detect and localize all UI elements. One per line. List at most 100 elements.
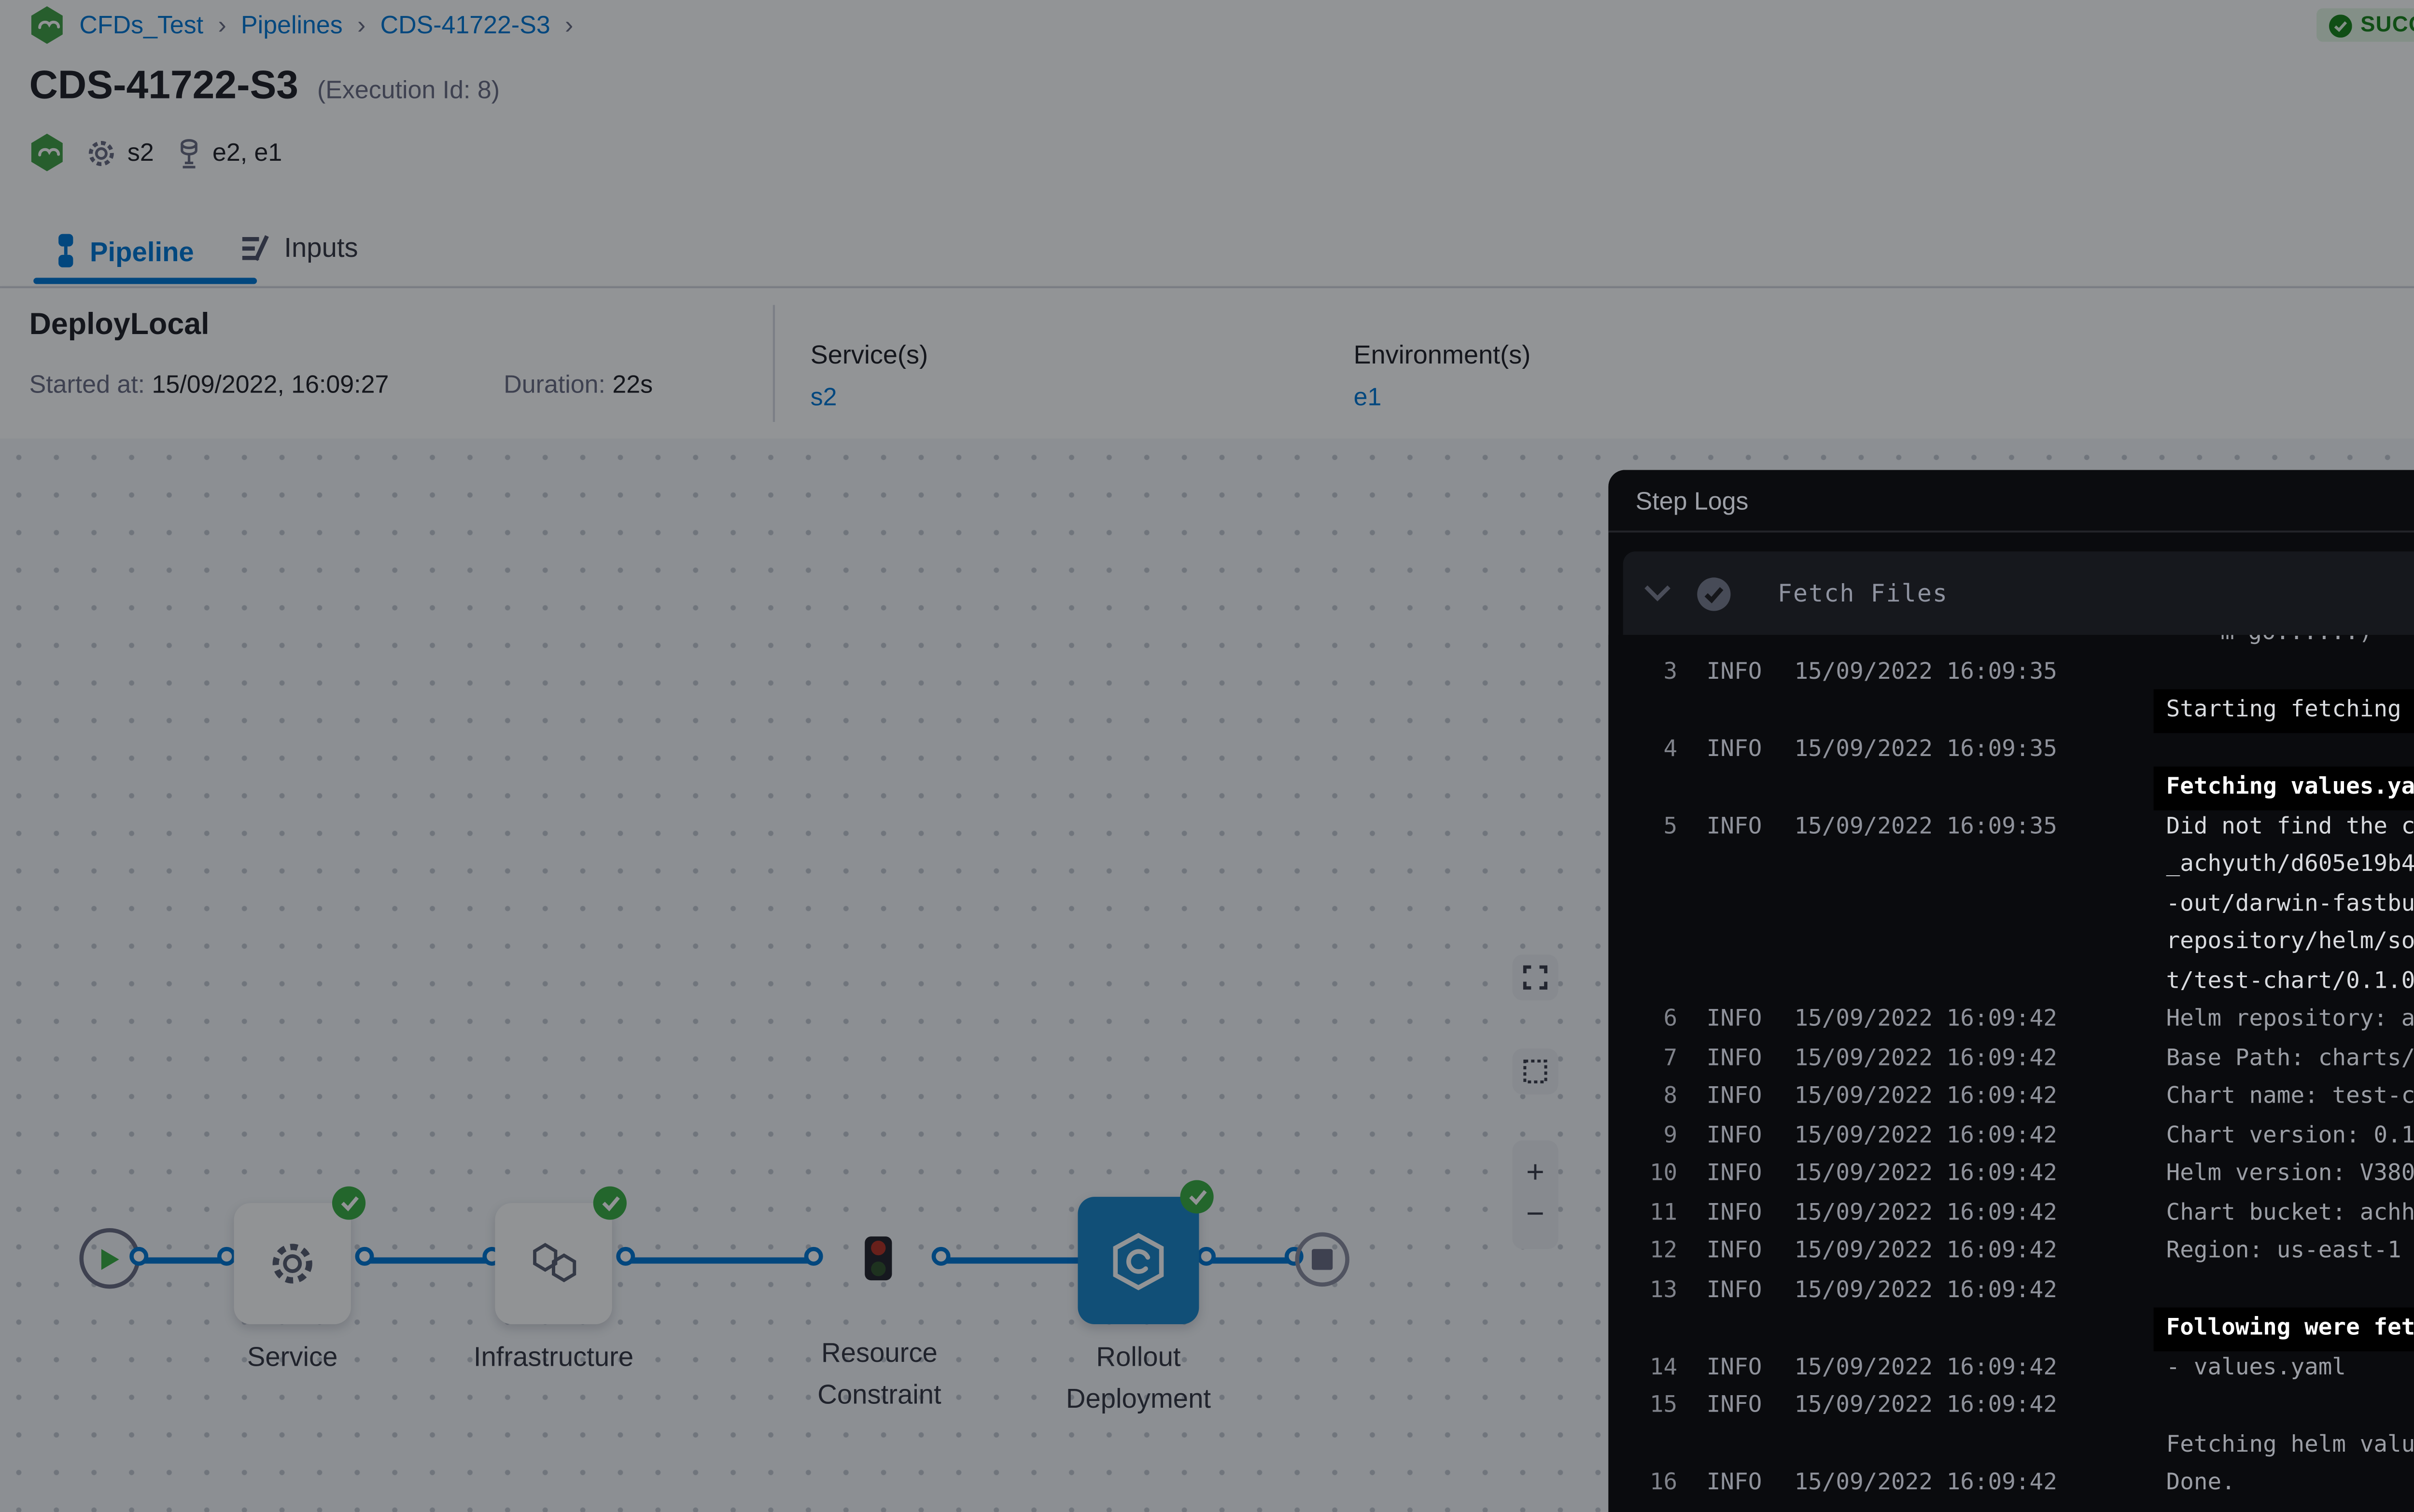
log-message: Base Path: charts/ <box>2166 1039 2414 1078</box>
log-message: Helm repository: aws-qa-setup-modified <box>2166 1000 2414 1039</box>
log-message-line: -out/darwin-fastbuild/bin/260-delegate/e… <box>2166 884 2414 923</box>
log-timestamp: 15/09/2022 16:09:42 <box>1794 1464 2057 1503</box>
log-area[interactable]: m go......)3INFO15/09/2022 16:09:35 Star… <box>1608 635 2414 1512</box>
log-entry-meta: 16 INFO 15/09/2022 16:09:42 <box>1608 1464 2166 1503</box>
log-level: INFO <box>1707 1194 1778 1232</box>
log-entry-meta: 9 INFO 15/09/2022 16:09:42 <box>1608 1117 2166 1155</box>
log-timestamp: 15/09/2022 16:09:42 <box>1794 1000 2057 1039</box>
log-timestamp: 15/09/2022 16:09:42 <box>1794 1117 2057 1155</box>
log-entry-meta: 8 INFO 15/09/2022 16:09:42 <box>1608 1078 2166 1116</box>
step-row-fetch-files[interactable]: Fetch Files ↑ ↓ 9s <box>1623 551 2414 635</box>
log-timestamp: 15/09/2022 16:09:35 <box>1794 653 2057 730</box>
log-entry: 7INFO15/09/2022 16:09:42Base Path: chart… <box>1608 1039 2414 1078</box>
log-timestamp: 15/09/2022 16:09:35 <box>1794 807 2057 1000</box>
log-entry: 13 INFO15/09/2022 16:09:42 Following were… <box>1608 1271 2414 1348</box>
log-message-line: Following were fetched successfully : <box>2166 1310 2414 1348</box>
log-line-number: 12 <box>1608 1232 1677 1271</box>
log-message-line: Chart bucket: achhelmbucket <box>2166 1194 2414 1232</box>
log-line-number: 3 <box>1608 653 1677 730</box>
log-entry: 15INFO15/09/2022 16:09:42 Fetching helm … <box>1608 1387 2414 1464</box>
log-entry-meta: 15INFO15/09/2022 16:09:42 <box>1608 1387 2166 1464</box>
log-entry-meta: 12INFO15/09/2022 16:09:42 <box>1608 1232 2166 1271</box>
log-message: - values.yaml <box>2166 1348 2414 1387</box>
log-level: INFO <box>1707 1271 1778 1348</box>
log-level: INFO <box>1707 807 1778 1000</box>
log-line-number: 8 <box>1608 1078 1677 1116</box>
log-message: Chart name: test-chart <box>2166 1078 2414 1116</box>
step-logs-drawer: Step Logs Console View Fetch <box>1608 470 2414 1512</box>
step-logs-title: Step Logs <box>1636 486 1749 515</box>
log-level: INFO <box>1707 1464 1778 1503</box>
step-name: Fetch Files <box>1778 578 1948 608</box>
log-timestamp: 15/09/2022 16:09:42 <box>1794 1155 2057 1194</box>
log-message-line: - values.yaml <box>2166 1348 2414 1387</box>
log-level: INFO <box>1707 730 1778 807</box>
log-entry: 11 INFO 15/09/2022 16:09:42 Chart bucket: a… <box>1608 1194 2414 1232</box>
log-message-line: Chart name: test-chart <box>2166 1078 2414 1116</box>
log-entry: 9 INFO 15/09/2022 16:09:42 Chart version: 0… <box>1608 1117 2414 1155</box>
log-line-number: 16 <box>1608 1464 1677 1503</box>
log-line-number: 15 <box>1608 1387 1677 1464</box>
log-message: Fetching values.yaml from helm chart rep… <box>2166 730 2414 807</box>
log-message: Chart bucket: achhelmbucket <box>2166 1194 2414 1232</box>
log-line-number: 5 <box>1608 807 1677 1000</box>
log-message: Helm version: V380 <box>2166 1155 2414 1194</box>
log-message: Done. <box>2166 1464 2414 1503</box>
log-line-number: 11 <box>1608 1194 1677 1232</box>
log-entry: 3 INFO15/09/2022 16:09:35 Starting fetchi… <box>1608 653 2414 730</box>
log-level: INFO <box>1707 653 1778 730</box>
log-message-line: t/test-chart/0.1.0 <box>2166 962 2414 1000</box>
log-entry-meta: 11 INFO 15/09/2022 16:09:42 <box>1608 1194 2166 1232</box>
log-lines: m go......)3INFO15/09/2022 16:09:35 Star… <box>1608 635 2414 1503</box>
log-message-line: Region: us-east-1 <box>2166 1232 2414 1271</box>
log-entry-meta: 5 INFO15/09/2022 16:09:35 <box>1608 807 2166 1000</box>
log-message-line: repository/helm/source/93602db7-89f2-317… <box>2166 923 2414 962</box>
log-line-number: 6 <box>1608 1000 1677 1039</box>
log-message-line: Chart version: 0.1.0 <box>2166 1117 2414 1155</box>
log-message-line: Fetching helm values completed successfu… <box>2166 1426 2414 1464</box>
log-line-number: 14 <box>1608 1348 1677 1387</box>
log-line-number: 4 <box>1608 730 1677 807</box>
log-timestamp: 15/09/2022 16:09:42 <box>1794 1271 2057 1348</box>
log-message-line: Starting fetching Helm values <box>2166 691 2414 730</box>
log-message-line: Helm repository: aws-qa-setup-modified <box>2166 1000 2414 1039</box>
log-timestamp: 15/09/2022 16:09:42 <box>1794 1387 2057 1464</box>
log-line-number: 9 <box>1608 1117 1677 1155</box>
log-message-line: Done. <box>2166 1464 2414 1503</box>
log-message: Region: us-east-1 <box>2166 1232 2414 1271</box>
log-message: Chart version: 0.1.0 <box>2166 1117 2414 1155</box>
log-entry: 16 INFO 15/09/2022 16:09:42 Done. <box>1608 1464 2414 1503</box>
log-timestamp: 15/09/2022 16:09:42 <box>1794 1232 2057 1271</box>
log-entry-meta: 7INFO15/09/2022 16:09:42 <box>1608 1039 2166 1078</box>
log-message-line: Helm version: V380 <box>2166 1155 2414 1194</box>
log-entry-meta: 3 INFO15/09/2022 16:09:35 <box>1608 653 2166 730</box>
log-timestamp: 15/09/2022 16:09:42 <box>1794 1194 2057 1232</box>
log-level: INFO <box>1707 1155 1778 1194</box>
log-timestamp: 15/09/2022 16:09:42 <box>1794 1348 2057 1387</box>
clipped-log-line: m go......) <box>1608 635 2414 653</box>
log-entry-meta: 13 INFO15/09/2022 16:09:42 <box>1608 1271 2166 1348</box>
log-line-number: 7 <box>1608 1039 1677 1078</box>
log-message-line: _achyuth/d605e19b46448ceaacb01fb4c19633a… <box>2166 846 2414 884</box>
execution-page: CFDs_Test › Pipelines › CDS-41722-S3 › S… <box>0 0 2414 1512</box>
log-entry: 12INFO15/09/2022 16:09:42Region: us-east… <box>1608 1232 2414 1271</box>
log-entry-meta: 6INFO15/09/2022 16:09:42 <box>1608 1000 2166 1039</box>
log-entry: 10 INFO 15/09/2022 16:09:42 Helm version: V… <box>1608 1155 2414 1194</box>
log-entry-meta: 4INFO15/09/2022 16:09:35 <box>1608 730 2166 807</box>
log-message: Starting fetching Helm values <box>2166 653 2414 730</box>
log-level: INFO <box>1707 1348 1778 1387</box>
log-line-number: 13 <box>1608 1271 1677 1348</box>
log-message: Following were fetched successfully : <box>2166 1271 2414 1348</box>
log-line-number: 10 <box>1608 1155 1677 1194</box>
log-timestamp: 15/09/2022 16:09:42 <box>1794 1078 2057 1116</box>
log-message-line: Base Path: charts/ <box>2166 1039 2414 1078</box>
log-entry: 4INFO15/09/2022 16:09:35 Fetching values… <box>1608 730 2414 807</box>
chevron-down-icon[interactable] <box>1644 585 1671 602</box>
log-entry-meta: 10 INFO 15/09/2022 16:09:42 <box>1608 1155 2166 1194</box>
log-message: Did not find the chart and version in lo… <box>2166 807 2414 1000</box>
log-level: INFO <box>1707 1039 1778 1078</box>
log-entry: 8 INFO 15/09/2022 16:09:42 Chart name: test… <box>1608 1078 2414 1116</box>
log-level: INFO <box>1707 1117 1778 1155</box>
log-level: INFO <box>1707 1078 1778 1116</box>
log-entry: 14 INFO 15/09/2022 16:09:42 - values.yaml <box>1608 1348 2414 1387</box>
